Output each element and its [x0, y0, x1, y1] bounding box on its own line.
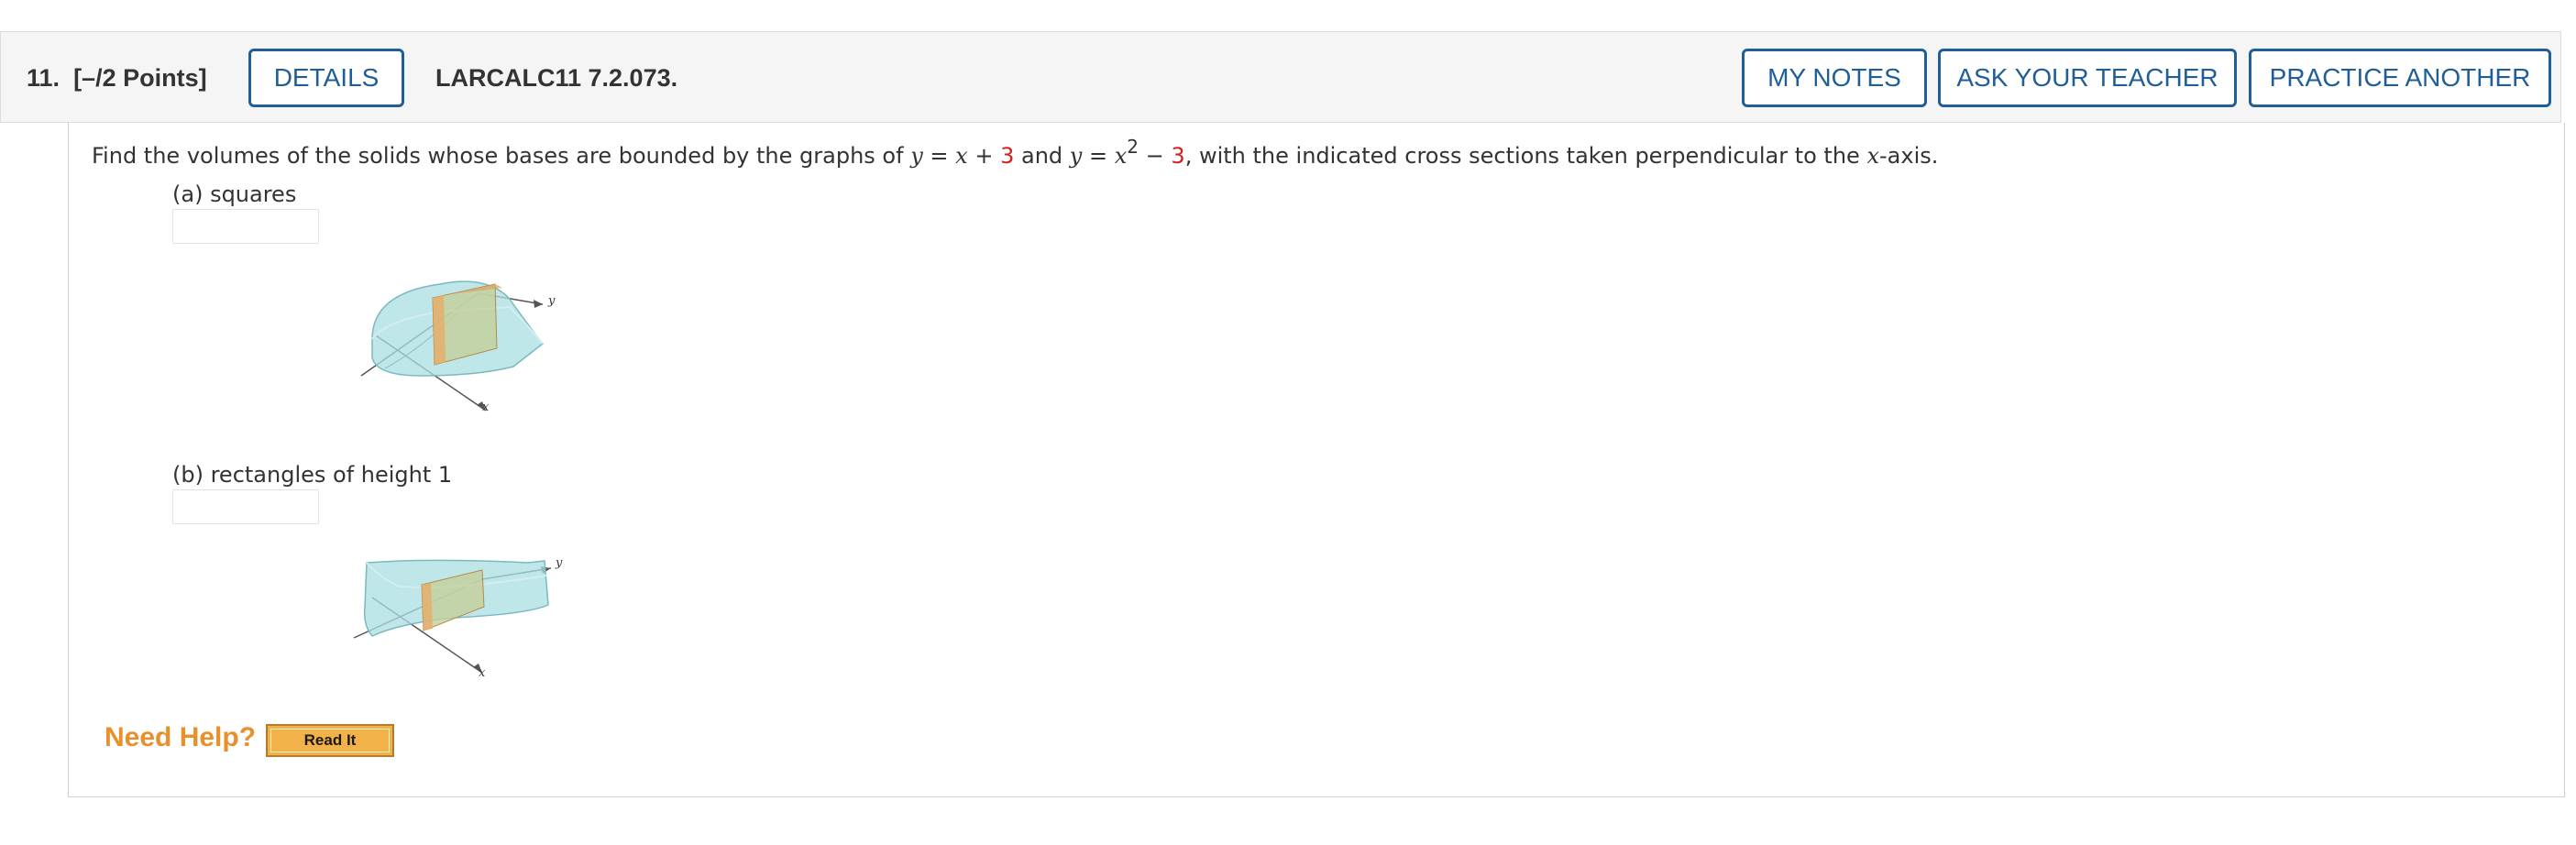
figure-b-x-label: x: [479, 666, 486, 680]
rectangles-cross-section-figure: y x: [353, 556, 563, 680]
part-a-label: (a) squares: [172, 181, 297, 207]
part-a-answer-input[interactable]: [172, 209, 319, 244]
question-panel: [68, 123, 2565, 797]
squares-cross-section-figure: y x: [360, 280, 556, 414]
need-help-label: Need Help?: [105, 722, 257, 752]
figure-a-x-label: x: [482, 401, 490, 414]
highlighted-constant: 3: [1171, 143, 1185, 169]
highlighted-constant: 3: [1000, 143, 1015, 169]
problem-code: LARCALC11 7.2.073.: [435, 64, 678, 92]
question-header: 11. [–/2 Points] DETAILS LARCALC11 7.2.0…: [0, 31, 2561, 123]
part-b-label: (b) rectangles of height 1: [172, 462, 453, 488]
practice-another-button[interactable]: PRACTICE ANOTHER: [2249, 49, 2551, 107]
my-notes-button[interactable]: MY NOTES: [1742, 49, 1927, 107]
figure-b-y-label: y: [555, 556, 563, 570]
read-it-label: Read It: [270, 729, 390, 752]
question-points: 11. [–/2 Points]: [27, 32, 207, 124]
details-button[interactable]: DETAILS: [248, 49, 404, 107]
points-value: [–/2 Points]: [73, 64, 207, 92]
part-b-answer-input[interactable]: [172, 489, 319, 524]
read-it-button[interactable]: Read It: [266, 724, 394, 757]
ask-your-teacher-button[interactable]: ASK YOUR TEACHER: [1938, 49, 2237, 107]
question-text: Find the volumes of the solids whose bas…: [92, 136, 1939, 169]
figure-a-y-label: y: [547, 294, 556, 308]
question-number: 11.: [27, 64, 61, 92]
